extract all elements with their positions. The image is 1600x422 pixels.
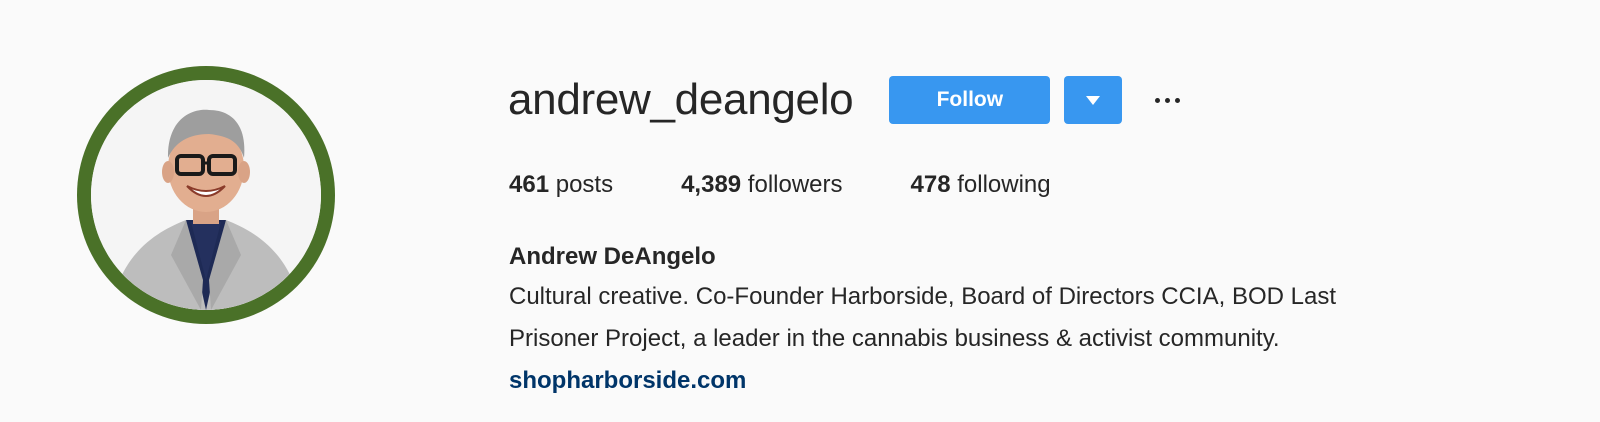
followers-count: 4,389: [681, 171, 742, 198]
posts-label: posts: [549, 171, 614, 198]
dot: [1174, 97, 1180, 103]
avatar-photo: [91, 80, 321, 310]
bio-line-2: Prisoner Project, a leader in the cannab…: [509, 325, 1280, 352]
suggested-dropdown-button[interactable]: [1064, 76, 1123, 124]
profile-page: andrew_deangelo Follow 461 posts 4,389 f…: [0, 0, 1600, 422]
triangle-down-icon: [1086, 95, 1101, 105]
bio-line-1: Cultural creative. Co-Founder Harborside…: [509, 283, 1336, 310]
profile-bio: Andrew DeAngelo Cultural creative. Co-Fo…: [509, 238, 1489, 402]
website-link[interactable]: shopharborside.com: [509, 360, 1489, 402]
username: andrew_deangelo: [508, 75, 854, 124]
profile-header: andrew_deangelo Follow: [508, 72, 1182, 128]
posts-stat: 461 posts: [509, 168, 613, 202]
followers-label: followers: [741, 171, 843, 198]
dot: [1154, 97, 1160, 103]
profile-stats: 461 posts 4,389 followers 478 following: [509, 168, 1051, 202]
following-label: following: [950, 171, 1051, 198]
posts-count: 461: [509, 171, 550, 198]
following-count: 478: [910, 171, 951, 198]
follow-button[interactable]: Follow: [889, 76, 1051, 124]
followers-stat[interactable]: 4,389 followers: [681, 168, 842, 202]
full-name: Andrew DeAngelo: [509, 243, 716, 270]
more-options-icon[interactable]: [1152, 76, 1182, 124]
following-stat[interactable]: 478 following: [911, 168, 1051, 202]
avatar[interactable]: [91, 80, 321, 310]
dot: [1164, 97, 1170, 103]
avatar-ring[interactable]: [77, 66, 335, 324]
